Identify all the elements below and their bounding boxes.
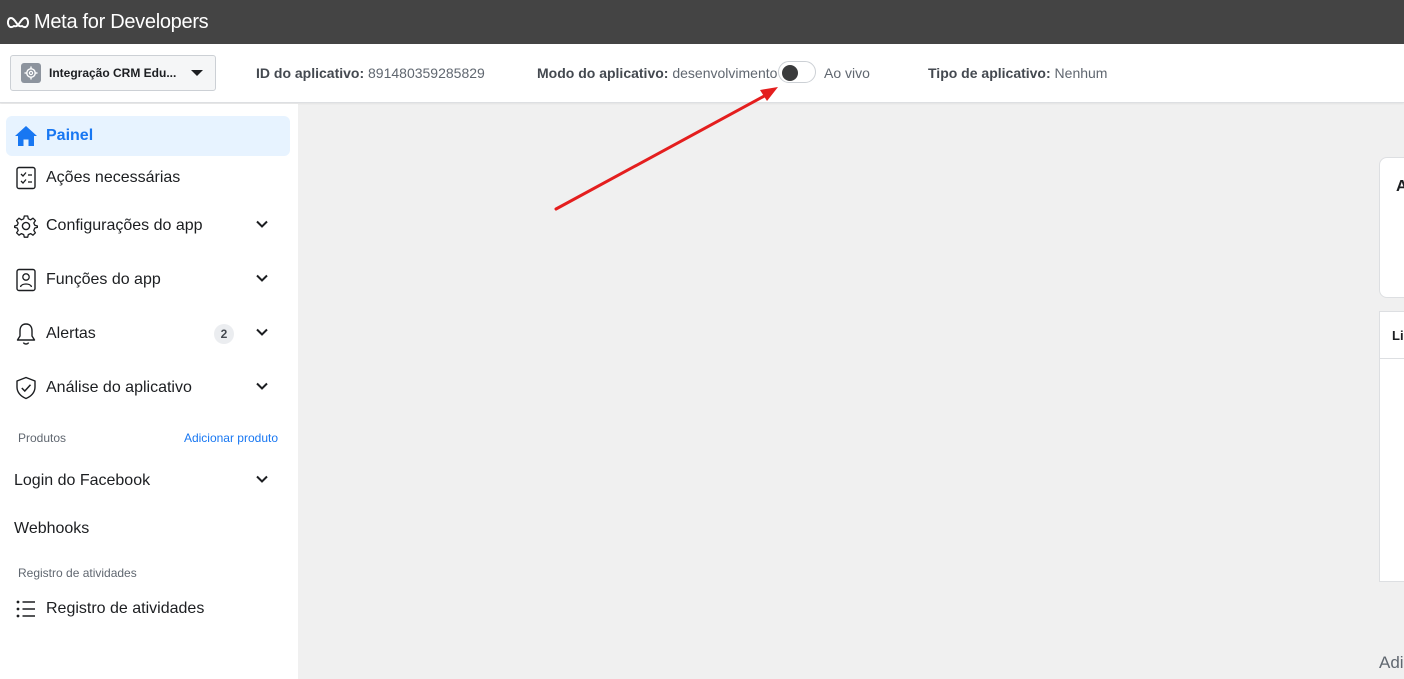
sidebar-item-alerts[interactable]: Alertas 2 <box>6 314 290 354</box>
top-bar: Meta for Developers <box>0 0 1404 44</box>
annotation-arrow-shaft <box>554 92 770 211</box>
brand-name: Meta for Developers <box>34 10 209 33</box>
sidebar-item-label: Painel <box>46 127 94 144</box>
chevron-down-icon <box>256 382 268 390</box>
app-mode-label: Modo do aplicativo: <box>537 65 669 81</box>
app-mode-toggle[interactable] <box>778 61 816 83</box>
caret-down-icon <box>191 70 203 76</box>
add-product-link[interactable]: Adicionar produto <box>184 431 278 445</box>
overview-card-title: A <box>1396 178 1404 195</box>
sidebar-item-label: Webhooks <box>14 520 90 537</box>
chevron-down-icon <box>256 328 268 336</box>
sidebar-item-label: Configurações do app <box>46 217 203 234</box>
toggle-knob <box>782 65 798 81</box>
app-mode-live-label: Ao vivo <box>824 65 870 81</box>
sidebar-item-activity-log[interactable]: Registro de atividades <box>6 589 290 629</box>
list-icon <box>6 599 46 619</box>
activity-section-label: Registro de atividades <box>18 566 137 580</box>
app-type-label: Tipo de aplicativo: <box>928 65 1051 81</box>
sidebar-item-facebook-login[interactable]: Login do Facebook <box>6 461 290 501</box>
app-info-bar: Integração CRM Edu... ID do aplicativo: … <box>0 44 1404 103</box>
products-section-label: Produtos <box>18 431 67 445</box>
bottom-partial-text: Adi <box>1379 653 1404 672</box>
sidebar-item-app-roles[interactable]: Funções do app <box>6 260 290 300</box>
gear-icon <box>6 214 46 238</box>
sidebar-item-label: Registro de atividades <box>46 600 205 617</box>
id-badge-icon <box>6 268 46 292</box>
list-panel: Li <box>1379 311 1404 582</box>
app-id-value: 891480359285829 <box>368 65 485 81</box>
sidebar-item-webhooks[interactable]: Webhooks <box>6 509 290 549</box>
sidebar-item-dashboard[interactable]: Painel <box>6 116 290 156</box>
app-mode-info: Modo do aplicativo: desenvolvimento <box>537 65 777 81</box>
app-type-info: Tipo de aplicativo: Nenhum <box>928 65 1107 81</box>
shield-check-icon <box>6 376 46 400</box>
bell-icon <box>6 322 46 346</box>
chevron-down-icon <box>256 475 268 483</box>
list-panel-divider <box>1380 358 1404 359</box>
app-mode-value: desenvolvimento <box>672 65 778 81</box>
list-panel-title: Li <box>1392 328 1404 343</box>
sidebar: Painel Ações necessárias Configurações d… <box>0 104 298 679</box>
app-gear-icon <box>21 63 41 83</box>
sidebar-item-required-actions[interactable]: Ações necessárias <box>6 158 290 198</box>
app-type-value: Nenhum <box>1054 65 1108 81</box>
home-icon <box>6 125 46 147</box>
sidebar-item-label: Login do Facebook <box>14 472 151 489</box>
chevron-down-icon <box>256 220 268 228</box>
alerts-count-badge: 2 <box>214 324 234 344</box>
app-name: Integração CRM Edu... <box>49 66 177 80</box>
meta-logo-link[interactable]: Meta for Developers <box>6 10 209 34</box>
overview-card: A <box>1379 157 1404 298</box>
sidebar-item-label: Ações necessárias <box>46 169 181 186</box>
sidebar-item-label: Alertas <box>46 325 96 342</box>
checklist-icon <box>6 166 46 190</box>
chevron-down-icon <box>256 274 268 282</box>
sidebar-item-label: Funções do app <box>46 271 161 288</box>
sidebar-item-label: Análise do aplicativo <box>46 379 192 396</box>
app-id-info: ID do aplicativo: 891480359285829 <box>256 65 485 81</box>
sidebar-item-app-settings[interactable]: Configurações do app <box>6 206 290 246</box>
meta-infinity-icon <box>6 16 30 29</box>
app-selector-dropdown[interactable]: Integração CRM Edu... <box>10 55 216 91</box>
sidebar-item-app-review[interactable]: Análise do aplicativo <box>6 368 290 408</box>
app-id-label: ID do aplicativo: <box>256 65 365 81</box>
